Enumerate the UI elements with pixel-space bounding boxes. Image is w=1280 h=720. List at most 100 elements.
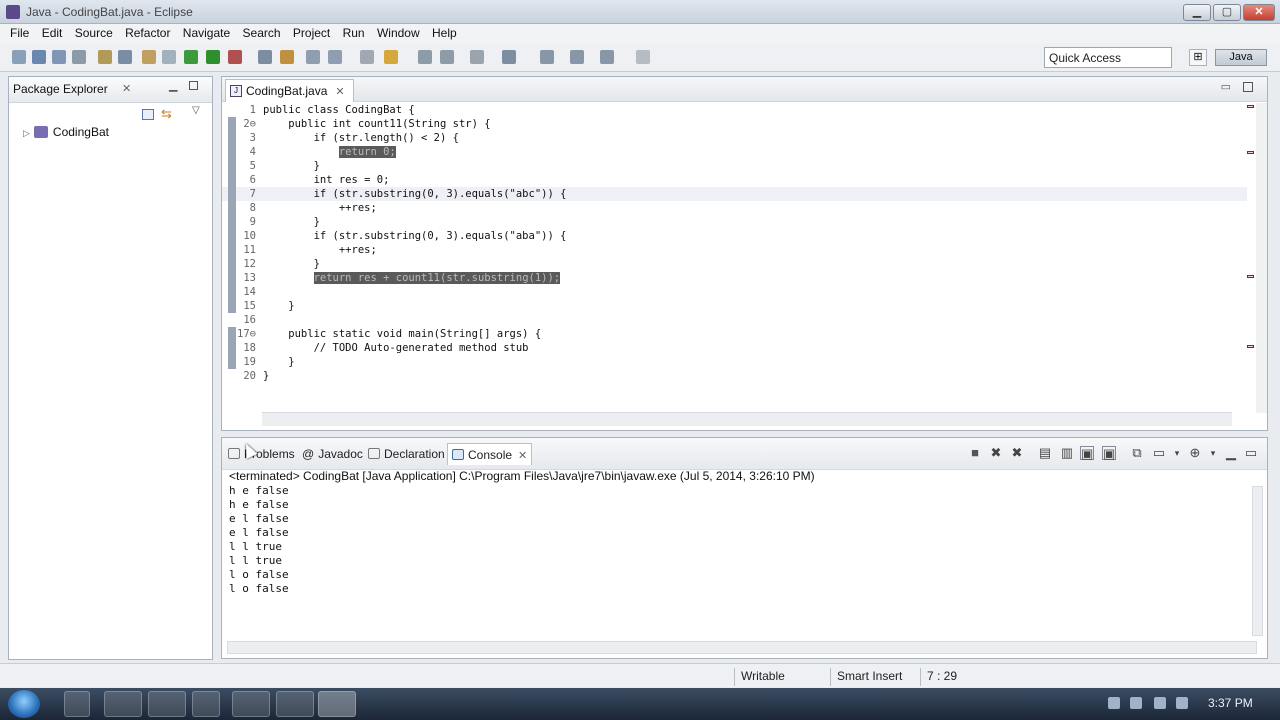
tab-console[interactable]: Console ✕ bbox=[447, 443, 533, 465]
menu-source[interactable]: Source bbox=[75, 24, 113, 42]
new-class-icon[interactable] bbox=[162, 50, 176, 64]
nav-forward-icon[interactable] bbox=[570, 50, 584, 64]
close-tab-icon[interactable]: ✕ bbox=[122, 82, 131, 95]
minimize-button[interactable]: ▁ bbox=[1183, 4, 1211, 21]
external-tools-icon[interactable] bbox=[228, 50, 242, 64]
menu-search[interactable]: Search bbox=[243, 24, 281, 42]
editor-tab[interactable]: J CodingBat.java ✕ bbox=[225, 79, 354, 102]
view-menu-icon[interactable]: ▽ bbox=[192, 105, 200, 116]
print-icon[interactable] bbox=[72, 50, 86, 64]
code-line[interactable]: 5 } bbox=[222, 159, 1247, 173]
menu-help[interactable]: Help bbox=[432, 24, 457, 42]
code-line[interactable]: 19 } bbox=[222, 355, 1247, 369]
menu-refactor[interactable]: Refactor bbox=[125, 24, 170, 42]
code-line[interactable]: 3 if (str.length() < 2) { bbox=[222, 131, 1247, 145]
overview-mark[interactable] bbox=[1247, 151, 1254, 154]
tray-arrow-icon[interactable] bbox=[1108, 697, 1120, 709]
code-line[interactable]: 10 if (str.substring(0, 3).equals("aba")… bbox=[222, 229, 1247, 243]
open-type-icon[interactable] bbox=[98, 50, 112, 64]
close-console-icon[interactable]: ✕ bbox=[518, 450, 527, 462]
start-button[interactable] bbox=[8, 690, 40, 718]
code-line[interactable]: 8 ++res; bbox=[222, 201, 1247, 215]
code-area[interactable]: 1 public class CodingBat {2⊖ public int c… bbox=[222, 103, 1247, 409]
run-icon[interactable] bbox=[206, 50, 220, 64]
project-tree-item[interactable]: ▷ CodingBat bbox=[23, 125, 109, 139]
taskbar-eclipse-icon[interactable] bbox=[318, 691, 356, 717]
code-line[interactable]: 9 } bbox=[222, 215, 1247, 229]
toggle-mark-icon[interactable] bbox=[280, 50, 294, 64]
code-line[interactable]: 1 public class CodingBat { bbox=[222, 103, 1247, 117]
search-icon[interactable] bbox=[118, 50, 132, 64]
minimize-panel-icon[interactable]: ▁ bbox=[1224, 446, 1238, 460]
taskbar-app-icon[interactable] bbox=[276, 691, 314, 717]
minimize-view-icon[interactable]: ▁ bbox=[169, 79, 177, 92]
expand-arrow-icon[interactable]: ▷ bbox=[23, 128, 30, 138]
taskbar-app-icon[interactable] bbox=[148, 691, 186, 717]
maximize-panel-icon[interactable]: ▭ bbox=[1244, 446, 1258, 460]
forward-icon[interactable] bbox=[440, 50, 454, 64]
open-console-dropdown-icon[interactable]: ▾ bbox=[1206, 446, 1220, 460]
debug-icon[interactable] bbox=[184, 50, 198, 64]
code-line[interactable]: 16 bbox=[222, 313, 1247, 327]
tab-javadoc[interactable]: @ Javadoc bbox=[302, 447, 363, 461]
tray-app-icon[interactable] bbox=[1176, 697, 1188, 709]
code-line[interactable]: 15 } bbox=[222, 299, 1247, 313]
menu-navigate[interactable]: Navigate bbox=[183, 24, 230, 42]
toolbar-misc-icon[interactable] bbox=[470, 50, 484, 64]
code-line[interactable]: 13 return res + count11(str.substring(1)… bbox=[222, 271, 1247, 285]
quick-access-input[interactable]: Quick Access bbox=[1044, 47, 1172, 68]
minimize-editor-icon[interactable]: ▭ bbox=[1221, 80, 1231, 93]
display-console-dropdown-icon[interactable]: ▾ bbox=[1170, 446, 1184, 460]
editor-horizontal-scrollbar[interactable] bbox=[262, 412, 1232, 426]
save-all-icon[interactable] bbox=[52, 50, 66, 64]
annotation-next-icon[interactable] bbox=[306, 50, 320, 64]
taskbar-app-icon[interactable] bbox=[104, 691, 142, 717]
menu-file[interactable]: File bbox=[10, 24, 29, 42]
code-line[interactable]: 4 return 0; bbox=[222, 145, 1247, 159]
code-line[interactable]: 7 if (str.substring(0, 3).equals("abc"))… bbox=[222, 187, 1247, 201]
open-console-icon[interactable]: ⊕ bbox=[1188, 446, 1202, 460]
code-line[interactable]: 17⊖ public static void main(String[] arg… bbox=[222, 327, 1247, 341]
pin-icon[interactable] bbox=[384, 50, 398, 64]
open-perspective-icon[interactable]: ⊞ bbox=[1189, 49, 1207, 66]
editor-vertical-scrollbar[interactable] bbox=[1256, 103, 1267, 413]
pin-console-icon[interactable]: ⧉ bbox=[1130, 446, 1144, 460]
back-icon[interactable] bbox=[418, 50, 432, 64]
close-editor-icon[interactable]: ✕ bbox=[335, 86, 344, 98]
code-line[interactable]: 2⊖ public int count11(String str) { bbox=[222, 117, 1247, 131]
menu-run[interactable]: Run bbox=[343, 24, 365, 42]
remove-all-terminated-icon[interactable]: ✖ bbox=[1010, 446, 1024, 460]
console-vertical-scrollbar[interactable] bbox=[1252, 486, 1263, 636]
toolbar-end-icon[interactable] bbox=[636, 50, 650, 64]
taskbar-clock[interactable]: 3:37 PM bbox=[1208, 696, 1253, 710]
remove-launch-icon[interactable]: ✖ bbox=[989, 446, 1003, 460]
tray-volume-icon[interactable] bbox=[1130, 697, 1142, 709]
show-on-output-icon[interactable]: ▣ bbox=[1080, 446, 1094, 461]
package-explorer-tab[interactable]: Package Explorer bbox=[13, 82, 108, 96]
clear-console-icon[interactable]: ▤ bbox=[1038, 446, 1052, 460]
menu-edit[interactable]: Edit bbox=[42, 24, 63, 42]
overview-mark[interactable] bbox=[1247, 105, 1254, 108]
code-line[interactable]: 14 bbox=[222, 285, 1247, 299]
new-icon[interactable] bbox=[12, 50, 26, 64]
scroll-lock-icon[interactable]: ▥ bbox=[1060, 446, 1074, 460]
maximize-view-icon[interactable] bbox=[189, 81, 198, 90]
menu-project[interactable]: Project bbox=[293, 24, 330, 42]
terminate-icon[interactable]: ■ bbox=[968, 446, 982, 460]
code-line[interactable]: 12 } bbox=[222, 257, 1247, 271]
overview-mark[interactable] bbox=[1247, 275, 1254, 278]
maximize-editor-icon[interactable] bbox=[1243, 82, 1253, 92]
link-with-editor-icon[interactable]: ⇆ bbox=[161, 106, 172, 122]
tab-declaration[interactable]: Declaration bbox=[368, 447, 445, 461]
save-icon[interactable] bbox=[32, 50, 46, 64]
overview-mark[interactable] bbox=[1247, 345, 1254, 348]
taskbar-app-icon[interactable] bbox=[232, 691, 270, 717]
code-line[interactable]: 18 // TODO Auto-generated method stub bbox=[222, 341, 1247, 355]
code-line[interactable]: 6 int res = 0; bbox=[222, 173, 1247, 187]
console-horizontal-scrollbar[interactable] bbox=[227, 641, 1257, 654]
nav-back-icon[interactable] bbox=[540, 50, 554, 64]
close-button[interactable]: ✕ bbox=[1243, 4, 1275, 21]
code-line[interactable]: 11 ++res; bbox=[222, 243, 1247, 257]
annotation-prev-icon[interactable] bbox=[328, 50, 342, 64]
maximize-button[interactable]: ▢ bbox=[1213, 4, 1241, 21]
